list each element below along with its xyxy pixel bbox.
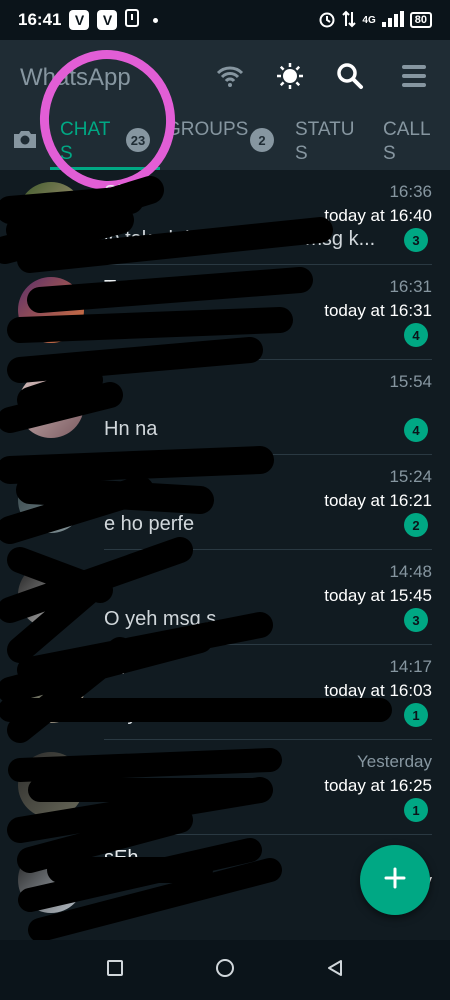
tab-calls[interactable]: CALLS bbox=[383, 118, 443, 166]
chat-name: Ta bbox=[104, 277, 126, 299]
alarm-icon bbox=[318, 10, 336, 31]
chat-list[interactable]: Shii 16:36 today at 16:40 jb tak nh btay… bbox=[0, 170, 450, 940]
chat-preview: Tbyt te tn na bhit bbox=[104, 703, 253, 725]
status-time: 16:41 bbox=[18, 10, 62, 29]
chat-preview: e ho perfe bbox=[104, 513, 195, 535]
avatar[interactable] bbox=[18, 752, 84, 818]
chat-name: sEh bbox=[104, 847, 139, 869]
chat-time: 14:48 bbox=[389, 562, 432, 581]
chat-preview: Hn na bbox=[104, 418, 158, 440]
chat-row[interactable]: 15:24 today at 16:21 e ho perfe 2 bbox=[0, 455, 450, 550]
scheduled-time: today at 16:31 bbox=[324, 301, 432, 320]
chat-row[interactable]: Yesterday today at 16:25 1 bbox=[0, 740, 450, 835]
chat-preview: jb tak nh btaye ge mai msg k... bbox=[104, 228, 376, 250]
menu-icon[interactable] bbox=[398, 60, 430, 92]
status-bar: 16:41 V V 4G 80 bbox=[0, 0, 450, 40]
unread-count: 4 bbox=[404, 418, 428, 442]
avatar[interactable] bbox=[18, 562, 84, 628]
avatar[interactable] bbox=[18, 467, 84, 533]
chat-preview: O yeh msg s... bbox=[104, 608, 233, 630]
notification-badge-v2: V bbox=[97, 10, 118, 30]
scheduled-time: today at 16:21 bbox=[324, 491, 432, 510]
chat-row[interactable]: Ta 16:31 today at 16:31 4 bbox=[0, 265, 450, 360]
plus-icon bbox=[383, 866, 407, 895]
brightness-icon[interactable] bbox=[274, 60, 306, 92]
chat-row[interactable]: 14:48 today at 15:45 O yeh msg s... 3 bbox=[0, 550, 450, 645]
avatar[interactable] bbox=[18, 182, 84, 248]
avatar[interactable] bbox=[18, 847, 84, 913]
unread-count: 2 bbox=[404, 513, 428, 537]
signal-icon bbox=[381, 10, 404, 30]
data-arrows-icon bbox=[342, 10, 357, 31]
chat-time: 14:17 bbox=[389, 657, 432, 676]
chat-name: Shii bbox=[104, 182, 138, 204]
camera-icon[interactable] bbox=[12, 128, 38, 155]
chat-time: 16:36 bbox=[389, 182, 432, 201]
more-notifications-dot bbox=[153, 17, 159, 23]
unread-count: 3 bbox=[404, 608, 428, 632]
chat-name: rA bbox=[104, 657, 124, 679]
chat-time: 15:54 bbox=[389, 372, 432, 391]
scheduled-time: today at 16:40 bbox=[324, 206, 432, 225]
scheduled-time: today at 15:45 bbox=[324, 586, 432, 605]
chat-time: 15:24 bbox=[389, 467, 432, 486]
scheduled-time: today at 16:03 bbox=[324, 681, 432, 700]
home-circle-icon[interactable] bbox=[215, 958, 235, 983]
wifi-icon[interactable] bbox=[214, 60, 246, 92]
search-icon[interactable] bbox=[334, 60, 366, 92]
system-nav-bar bbox=[0, 940, 450, 1000]
screen: 16:41 V V 4G 80 WhatsApp CHATS 23 GROUPS… bbox=[0, 0, 450, 1000]
chat-row[interactable]: rA 14:17 today at 16:03 Tbyt te tn na bh… bbox=[0, 645, 450, 740]
chat-time: Yesterday bbox=[357, 752, 432, 771]
chat-row[interactable]: Shii 16:36 today at 16:40 jb tak nh btay… bbox=[0, 170, 450, 265]
tab-status[interactable]: STATUS bbox=[295, 118, 363, 166]
avatar[interactable] bbox=[18, 277, 84, 343]
recents-square-icon[interactable] bbox=[106, 959, 124, 982]
unread-count: 1 bbox=[404, 798, 428, 822]
unread-count: 1 bbox=[404, 703, 428, 727]
tab-groups[interactable]: GROUPS bbox=[166, 118, 248, 142]
avatar[interactable] bbox=[18, 372, 84, 438]
unread-count: 3 bbox=[404, 228, 428, 252]
scheduled-time: today at 16:25 bbox=[324, 776, 432, 795]
chat-time: 16:31 bbox=[389, 277, 432, 296]
unread-count: 4 bbox=[404, 323, 428, 347]
network-type: 4G bbox=[362, 14, 376, 26]
chat-row[interactable]: 15:54 Hn na 4 bbox=[0, 360, 450, 455]
new-chat-fab[interactable] bbox=[360, 845, 430, 915]
notification-badge-v1: V bbox=[69, 10, 90, 30]
back-triangle-icon[interactable] bbox=[326, 959, 344, 982]
phone-notification-icon bbox=[125, 8, 140, 32]
tab-groups-count: 2 bbox=[250, 128, 274, 152]
battery-indicator: 80 bbox=[409, 12, 432, 28]
avatar[interactable] bbox=[18, 657, 84, 723]
